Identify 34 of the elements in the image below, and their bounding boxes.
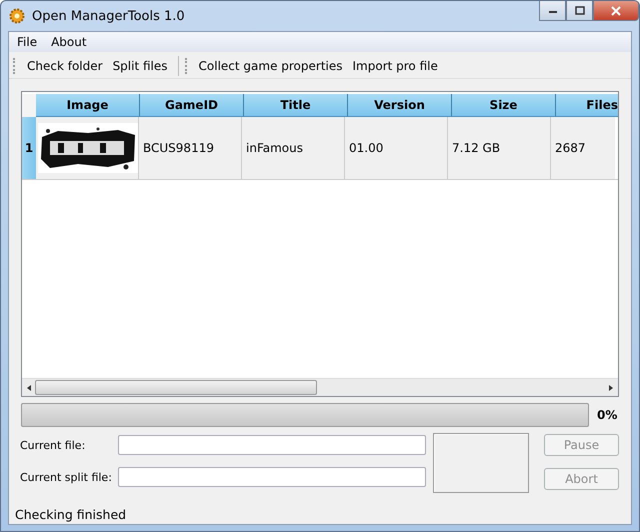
- field-label: Current file:: [20, 438, 86, 452]
- toolbar-button[interactable]: Split files: [108, 59, 174, 73]
- scroll-left-icon[interactable]: [25, 384, 33, 392]
- progress-percent: 0%: [597, 408, 618, 422]
- table-cell: BCUS98119: [139, 117, 242, 179]
- close-icon: [611, 6, 621, 16]
- row-header[interactable]: 1: [22, 117, 36, 179]
- toolbar-button[interactable]: Import pro file: [348, 59, 444, 73]
- column-header[interactable]: Version: [348, 94, 452, 117]
- toolbar-button[interactable]: Check folder: [23, 59, 109, 73]
- menu-item[interactable]: About: [51, 35, 87, 49]
- column-header[interactable]: GameID: [140, 94, 244, 117]
- column-header[interactable]: Size: [452, 94, 556, 117]
- input-field[interactable]: [118, 435, 426, 455]
- maximize-icon: [574, 6, 584, 15]
- field-label: Current split file:: [20, 470, 113, 484]
- table-cell: 7.12 GB: [448, 117, 551, 179]
- table-cell: 2687: [551, 117, 615, 179]
- scroll-right-icon[interactable]: [607, 384, 615, 392]
- input-field[interactable]: [118, 467, 426, 487]
- scrollbar-thumb[interactable]: [35, 380, 317, 395]
- column-header[interactable]: Files: [556, 94, 618, 117]
- column-header[interactable]: Image: [36, 94, 140, 117]
- toolbar-button[interactable]: Collect game properties: [194, 59, 348, 73]
- minimize-button[interactable]: [539, 1, 566, 21]
- status-text: Checking finished: [14, 507, 128, 524]
- close-button[interactable]: [593, 1, 639, 21]
- maximize-button[interactable]: [566, 1, 593, 21]
- table-cell: inFamous: [242, 117, 345, 179]
- gear-icon: [9, 8, 25, 24]
- window-title: Open ManagerTools 1.0: [32, 8, 185, 24]
- column-header[interactable]: Title: [244, 94, 348, 117]
- table-cell: 01.00: [345, 117, 448, 179]
- menu-item[interactable]: File: [17, 35, 38, 49]
